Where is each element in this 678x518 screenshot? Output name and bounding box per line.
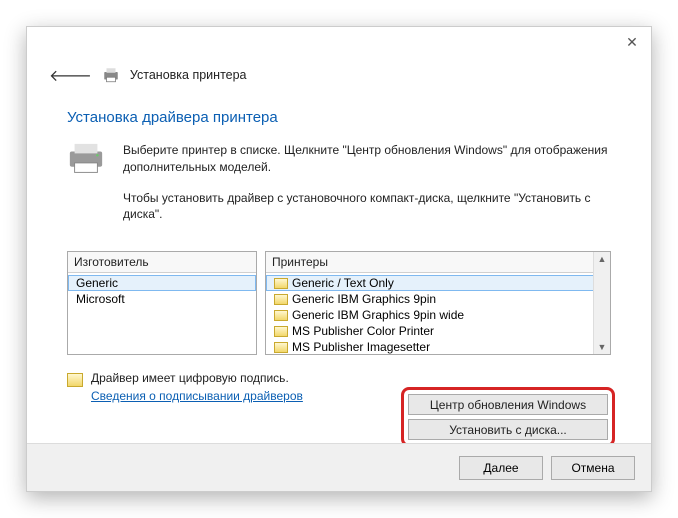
have-disk-button[interactable]: Установить с диска... (408, 419, 608, 440)
printer-item[interactable]: MS Publisher Color Printer (266, 323, 610, 339)
signature-text-block: Драйвер имеет цифровую подпись. Сведения… (91, 371, 303, 403)
printer-item-label: MS Publisher Color Printer (292, 324, 434, 338)
printer-item-label: Generic / Text Only (292, 276, 394, 290)
printer-item[interactable]: Generic IBM Graphics 9pin (266, 291, 610, 307)
printer-item-label: MS Publisher Imagesetter (292, 340, 430, 354)
printer-item-label: Generic IBM Graphics 9pin wide (292, 308, 464, 322)
lists-row: Изготовитель Generic Microsoft Принтеры … (67, 251, 611, 355)
back-arrow-icon[interactable]: 🡐 (49, 65, 92, 86)
driver-icon (274, 342, 288, 353)
content: Установка драйвера принтера Выберите при… (27, 93, 651, 403)
printer-icon (102, 67, 120, 83)
wizard-window: ✕ 🡐 Установка принтера Установка драйвер… (26, 26, 652, 492)
driver-icon (274, 326, 288, 337)
printer-item[interactable]: MS Publisher Imagesetter (266, 339, 610, 354)
intro-p2: Чтобы установить драйвер с установочного… (123, 190, 611, 224)
printer-item[interactable]: Generic IBM Graphics 9pin wide (266, 307, 610, 323)
footer: Далее Отмена (27, 443, 651, 491)
windows-update-button[interactable]: Центр обновления Windows (408, 394, 608, 415)
signature-text: Драйвер имеет цифровую подпись. (91, 371, 289, 385)
manufacturer-header: Изготовитель (68, 252, 256, 273)
printer-body: Generic / Text Only Generic IBM Graphics… (266, 273, 610, 354)
manufacturer-body: Generic Microsoft (68, 273, 256, 354)
driver-icon (274, 294, 288, 305)
manufacturer-item[interactable]: Microsoft (68, 291, 256, 307)
scroll-up-icon[interactable]: ▲ (598, 252, 607, 266)
scroll-down-icon[interactable]: ▼ (598, 340, 607, 354)
printer-header: Принтеры (266, 252, 610, 273)
header-row: 🡐 Установка принтера (27, 57, 651, 93)
printer-large-icon (67, 142, 105, 174)
highlight-box: Центр обновления Windows Установить с ди… (401, 387, 615, 447)
signature-link[interactable]: Сведения о подписывании драйверов (91, 389, 303, 403)
page-heading: Установка драйвера принтера (67, 109, 611, 126)
intro-text: Выберите принтер в списке. Щелкните "Цен… (123, 142, 611, 237)
close-icon[interactable]: ✕ (621, 31, 643, 53)
cancel-button[interactable]: Отмена (551, 456, 635, 480)
titlebar: ✕ (27, 27, 651, 57)
printer-item[interactable]: Generic / Text Only (266, 275, 610, 291)
printer-listbox[interactable]: Принтеры Generic / Text Only Generic IBM… (265, 251, 611, 355)
next-button[interactable]: Далее (459, 456, 543, 480)
signature-icon (67, 373, 83, 387)
manufacturer-item[interactable]: Generic (68, 275, 256, 291)
intro-row: Выберите принтер в списке. Щелкните "Цен… (67, 142, 611, 237)
driver-icon (274, 310, 288, 321)
header-title: Установка принтера (130, 68, 247, 82)
printer-item-label: Generic IBM Graphics 9pin (292, 292, 436, 306)
scrollbar[interactable]: ▲ ▼ (593, 252, 610, 354)
manufacturer-listbox[interactable]: Изготовитель Generic Microsoft (67, 251, 257, 355)
driver-icon (274, 278, 288, 289)
intro-p1: Выберите принтер в списке. Щелкните "Цен… (123, 142, 611, 176)
